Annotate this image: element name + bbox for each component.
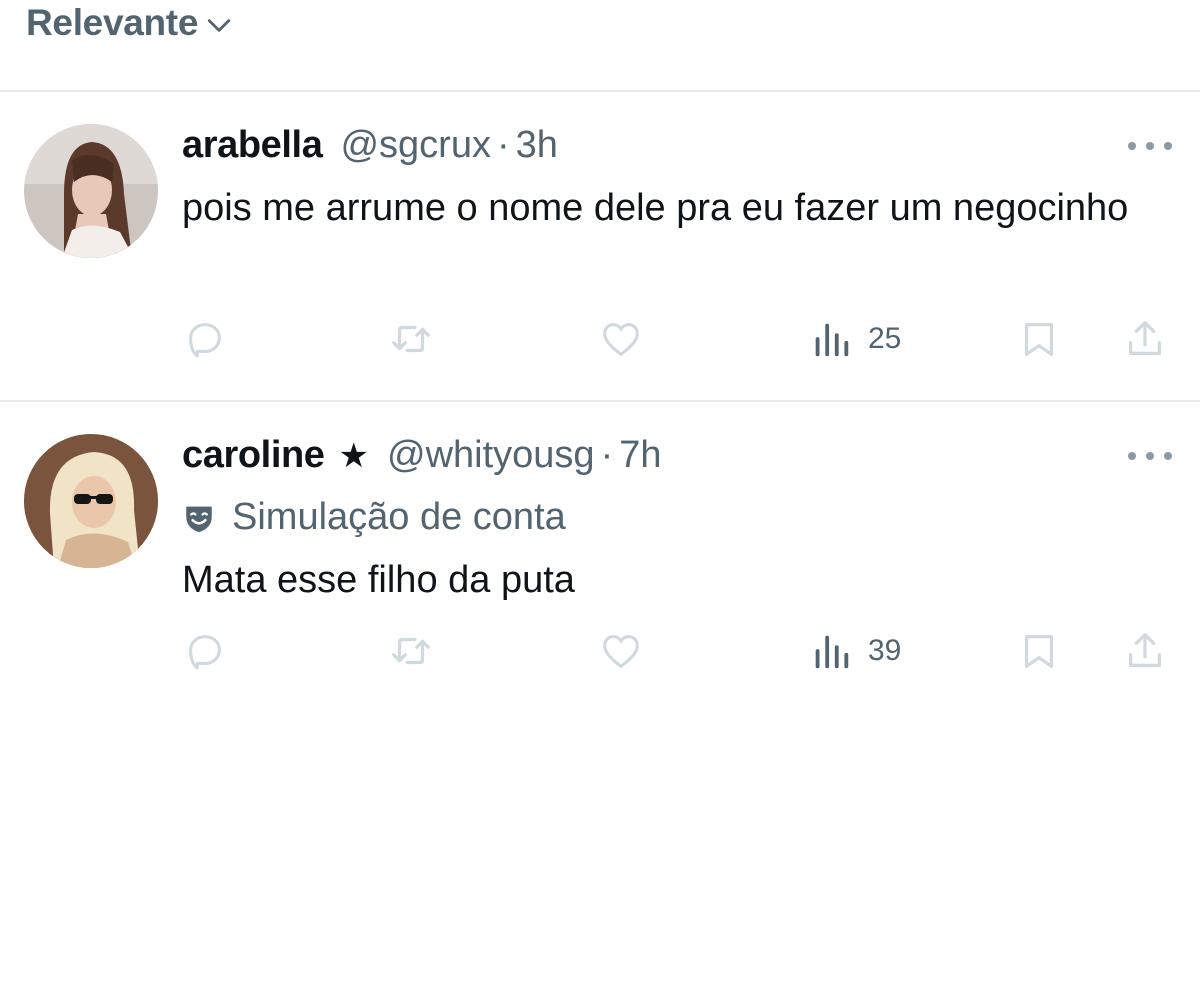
tweet-text: pois me arrume o nome dele pra eu fazer …	[182, 187, 1129, 229]
sort-label: Relevante	[26, 2, 199, 43]
chevron-down-icon	[207, 19, 231, 32]
timestamp[interactable]: 7h	[619, 434, 661, 477]
separator-dot: ·	[496, 124, 510, 166]
user-handle[interactable]: @whityousg	[387, 434, 595, 477]
reply-button[interactable]	[182, 314, 228, 364]
tweet-actions: 25	[0, 314, 1200, 364]
tweet[interactable]: caroline ★ @whityousg · 7h Simulação de …	[0, 404, 1200, 704]
share-button[interactable]	[1122, 626, 1168, 676]
like-button[interactable]	[598, 626, 644, 676]
parody-account-label[interactable]: Simulação de conta	[182, 496, 566, 539]
retweet-icon	[392, 637, 430, 665]
share-button[interactable]	[1122, 314, 1168, 364]
reply-icon	[189, 323, 221, 358]
account-label-text: Simulação de conta	[232, 496, 566, 538]
retweet-icon	[392, 325, 430, 353]
retweet-button[interactable]	[388, 626, 434, 676]
star-badge: ★	[338, 437, 370, 475]
analytics-icon	[815, 323, 849, 357]
more-options-icon[interactable]	[1128, 444, 1172, 468]
display-name[interactable]: caroline	[182, 434, 325, 477]
heart-icon	[603, 635, 639, 668]
display-name[interactable]: arabella	[182, 124, 323, 167]
user-handle[interactable]: @sgcrux	[340, 124, 491, 167]
more-options-icon[interactable]	[1128, 134, 1172, 158]
sort-bar: Relevante	[0, 0, 1200, 92]
views-count: 39	[868, 634, 902, 667]
theater-mask-icon	[186, 506, 212, 532]
tweet-actions: 39	[0, 626, 1200, 676]
views-button[interactable]: 25	[808, 314, 901, 364]
reply-button[interactable]	[182, 626, 228, 676]
bookmark-icon	[1024, 634, 1054, 668]
avatar[interactable]	[24, 434, 158, 568]
views-button[interactable]: 39	[808, 626, 901, 676]
bookmark-button[interactable]	[1016, 314, 1062, 364]
separator-dot: ·	[600, 434, 614, 476]
share-icon	[1128, 321, 1162, 356]
analytics-icon	[815, 635, 849, 669]
avatar[interactable]	[24, 124, 158, 258]
retweet-button[interactable]	[388, 314, 434, 364]
like-button[interactable]	[598, 314, 644, 364]
sort-dropdown[interactable]: Relevante	[26, 2, 232, 44]
timestamp[interactable]: 3h	[516, 124, 558, 167]
views-count: 25	[868, 322, 902, 355]
share-icon	[1128, 633, 1162, 668]
bookmark-icon	[1024, 322, 1054, 356]
tweet[interactable]: arabella @sgcrux · 3h pois me arrume o n…	[0, 94, 1200, 402]
tweet-text: Mata esse filho da puta	[182, 559, 575, 601]
bookmark-button[interactable]	[1016, 626, 1062, 676]
reply-icon	[189, 635, 221, 670]
tweet-header: caroline ★ @whityousg · 7h	[182, 434, 662, 484]
tweet-header: arabella @sgcrux · 3h	[182, 124, 558, 174]
heart-icon	[603, 323, 639, 356]
